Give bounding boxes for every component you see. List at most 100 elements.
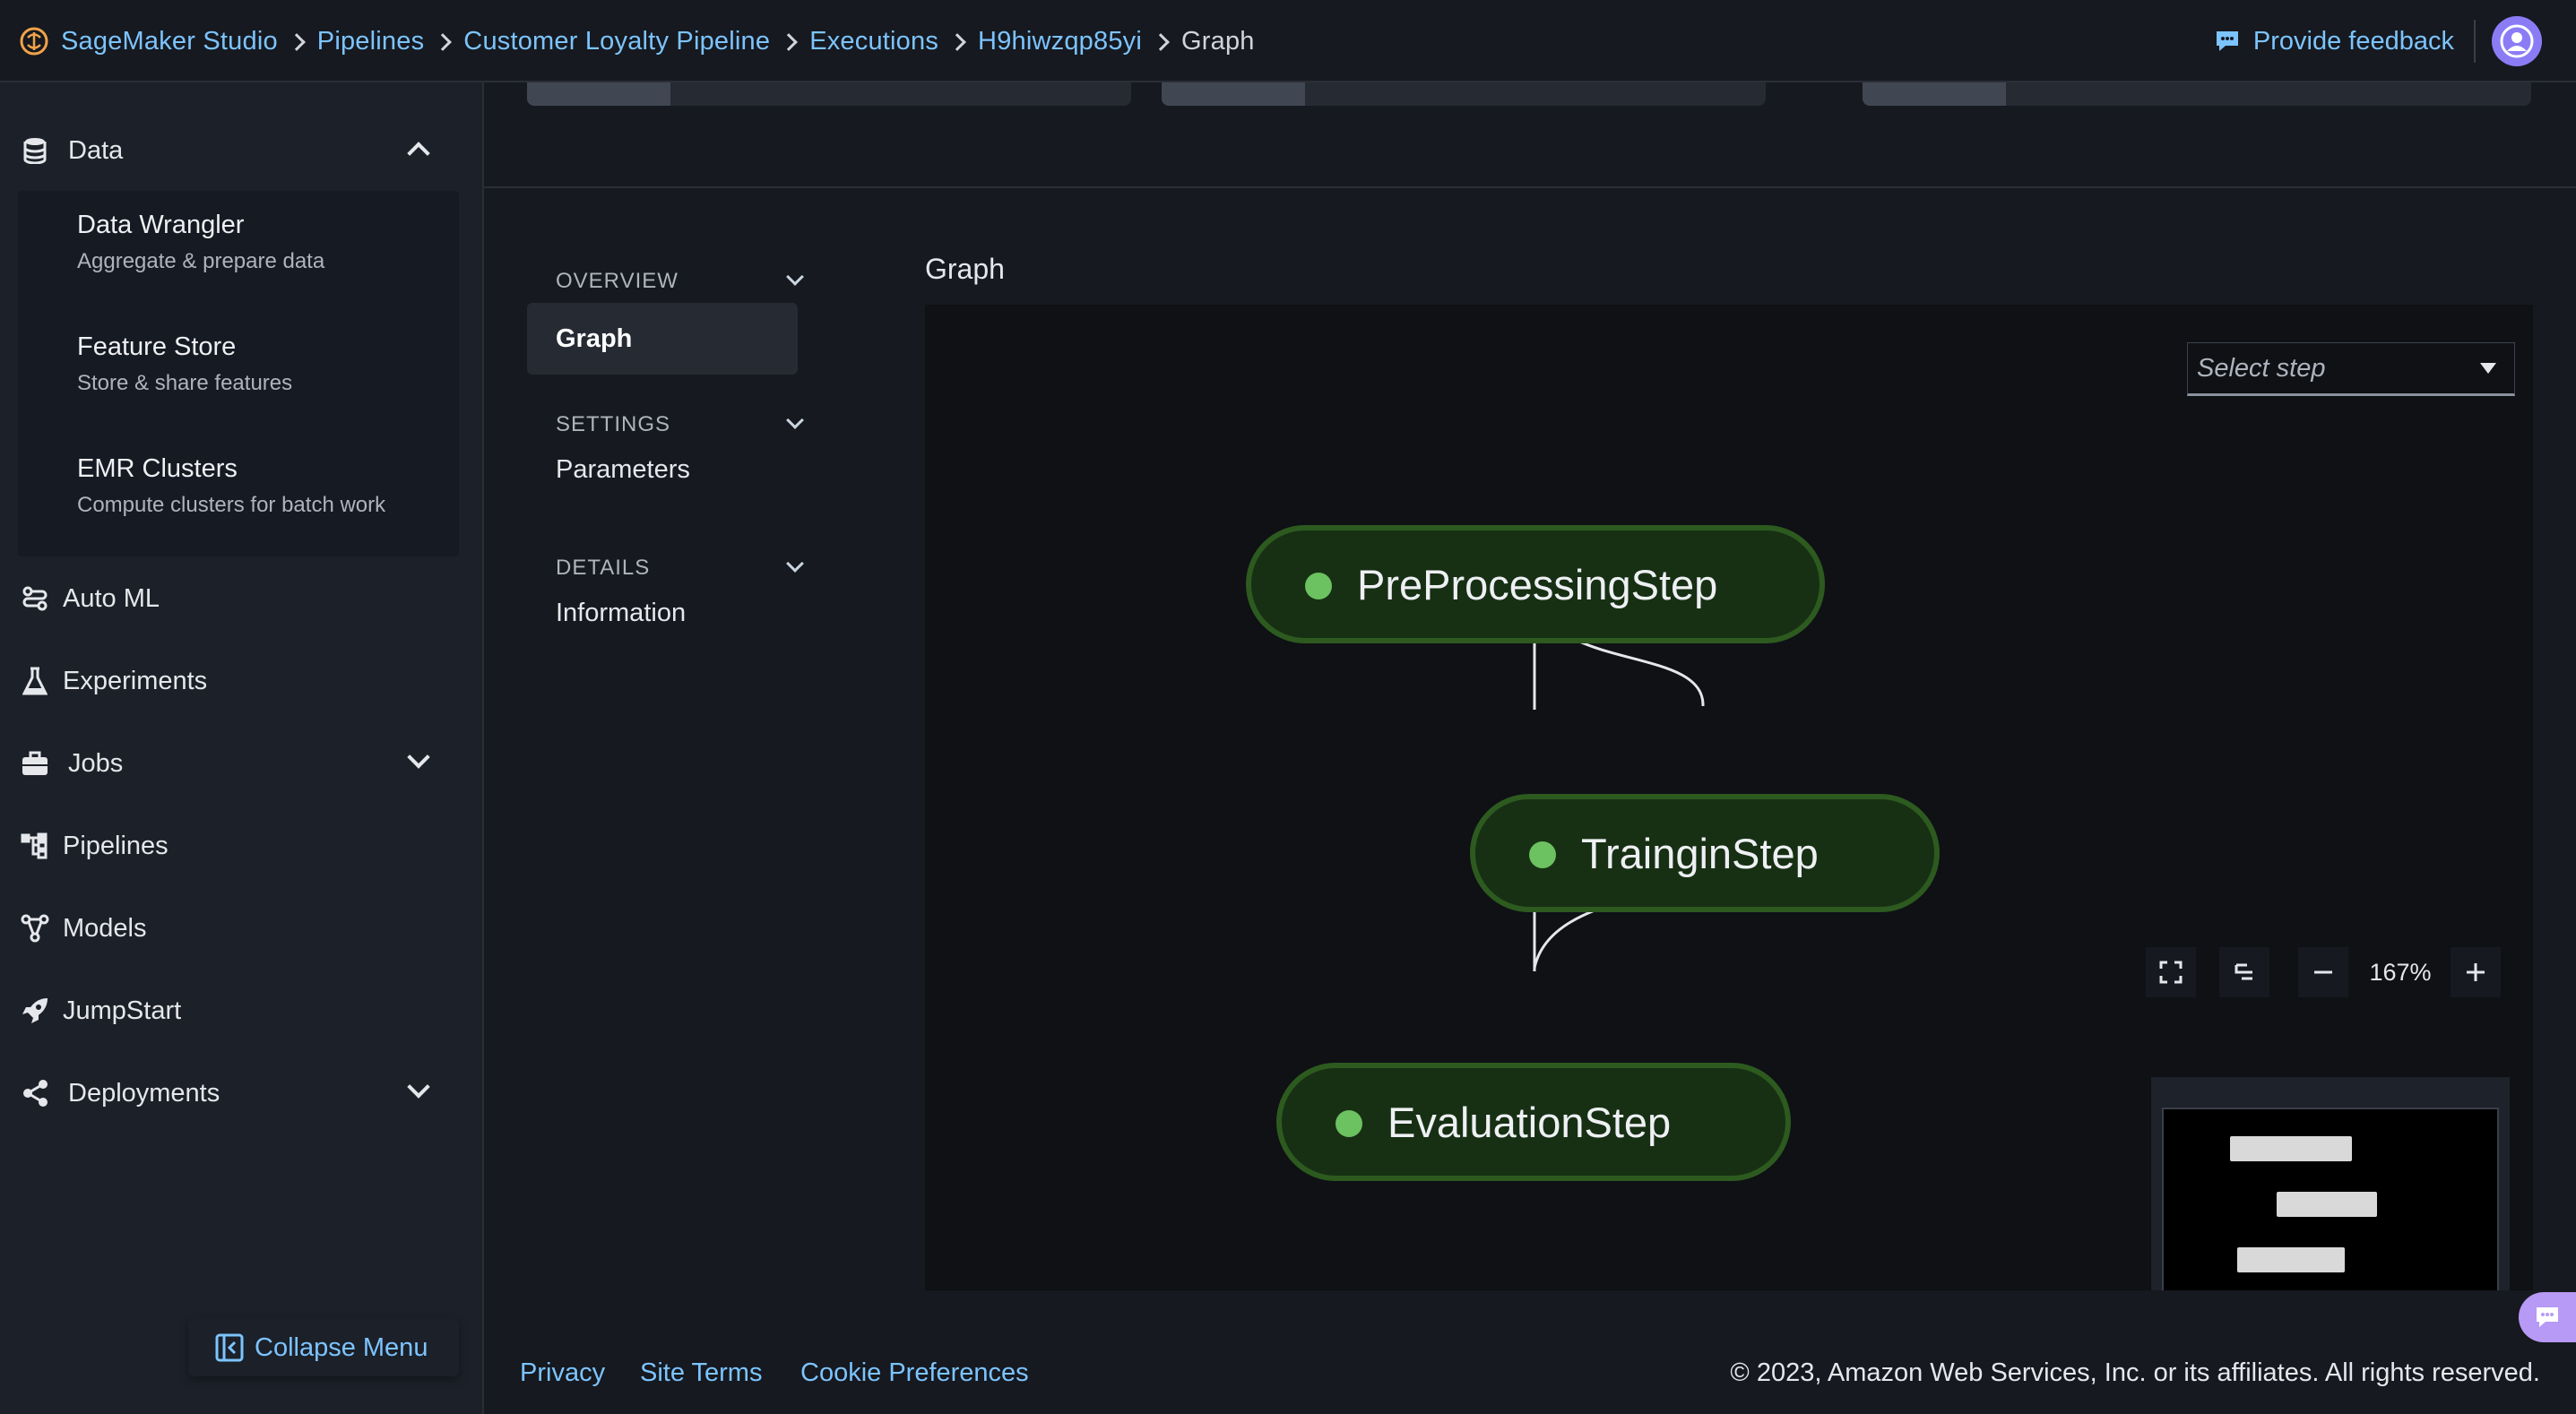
minimap-node — [2230, 1136, 2352, 1161]
sidebar-item-deployments[interactable]: Deployments — [0, 1065, 482, 1122]
briefcase-icon — [20, 748, 50, 779]
chevron-right-icon — [287, 33, 306, 51]
sidebar-item-auto-ml[interactable]: Auto ML — [0, 570, 482, 627]
user-icon — [2500, 24, 2534, 58]
select-step-dropdown[interactable]: Select step — [2187, 342, 2515, 396]
chevron-down-icon — [786, 268, 804, 286]
graph-node-training[interactable]: TrainginStep — [1470, 794, 1940, 912]
chevron-down-icon — [407, 1075, 430, 1099]
data-submenu: Data Wrangler Aggregate & prepare data F… — [18, 191, 459, 556]
chevron-right-icon — [1152, 33, 1170, 51]
chat-button[interactable] — [2519, 1292, 2576, 1342]
graph-node-label: TrainginStep — [1581, 829, 1819, 877]
summary-card — [1162, 82, 1766, 106]
submenu-item-description: Store & share features — [77, 371, 293, 395]
sidebar: Data Data Wrangler Aggregate & prepare d… — [0, 82, 484, 1414]
provide-feedback-link[interactable]: Provide feedback — [2214, 22, 2454, 61]
subnav-section-overview[interactable]: OVERVIEW — [527, 254, 804, 308]
subnav-item-label: Parameters — [556, 454, 690, 484]
minimap-viewport — [2162, 1108, 2499, 1290]
collapse-panel-icon — [215, 1333, 244, 1362]
submenu-item-data-wrangler[interactable]: Data Wrangler Aggregate & prepare data — [77, 211, 324, 274]
breadcrumb-sagemaker-studio[interactable]: SageMaker Studio — [61, 27, 278, 56]
fit-view-icon — [2159, 961, 2183, 984]
site-terms-link[interactable]: Site Terms — [640, 1358, 762, 1388]
graph-node-label: EvaluationStep — [1387, 1098, 1672, 1146]
graph-minimap[interactable] — [2151, 1077, 2510, 1290]
breadcrumb-customer-loyalty-pipeline[interactable]: Customer Loyalty Pipeline — [463, 27, 770, 56]
status-success-dot — [1305, 573, 1332, 599]
caret-down-icon — [2480, 363, 2496, 374]
submenu-item-title: Data Wrangler — [77, 211, 245, 239]
breadcrumb-executions[interactable]: Executions — [809, 27, 938, 56]
submenu-item-title: EMR Clusters — [77, 454, 238, 483]
privacy-link[interactable]: Privacy — [520, 1358, 605, 1388]
sidebar-item-jobs[interactable]: Jobs — [0, 735, 482, 792]
minus-icon — [2314, 970, 2332, 974]
status-success-dot — [1529, 841, 1556, 868]
share-icon — [20, 1078, 50, 1108]
sidebar-item-pipelines[interactable]: Pipelines — [0, 817, 482, 875]
page-footer: Privacy Site Terms Cookie Preferences © … — [484, 1341, 2576, 1414]
minimap-node — [2237, 1247, 2345, 1272]
user-avatar[interactable] — [2492, 16, 2542, 66]
submenu-item-description: Aggregate & prepare data — [77, 249, 325, 273]
sidebar-item-experiments[interactable]: Experiments — [0, 652, 482, 710]
subnav-item-graph[interactable]: Graph — [527, 303, 798, 375]
chevron-right-icon — [780, 33, 799, 51]
layout-toggle-button[interactable] — [2219, 947, 2269, 997]
feedback-label: Provide feedback — [2252, 26, 2454, 56]
sidebar-item-label: Models — [63, 913, 147, 943]
layout-icon — [2235, 963, 2252, 980]
copyright-text: © 2023, Amazon Web Services, Inc. or its… — [1730, 1358, 2540, 1387]
zoom-in-button[interactable] — [2451, 947, 2501, 997]
breadcrumb-execution-id[interactable]: H9hiwzqp85yi — [978, 27, 1142, 56]
sidebar-item-jumpstart[interactable]: JumpStart — [0, 982, 482, 1039]
graph-node-evaluation[interactable]: EvaluationStep — [1276, 1063, 1791, 1181]
chevron-up-icon — [407, 142, 430, 165]
chevron-right-icon — [434, 33, 453, 51]
select-step-placeholder: Select step — [2197, 353, 2326, 383]
summary-card — [1863, 82, 2531, 106]
minimap-node — [2277, 1192, 2377, 1217]
sidebar-item-data[interactable]: Data — [0, 122, 482, 179]
zoom-level: 167% — [2369, 958, 2432, 986]
sidebar-item-label: Experiments — [63, 666, 208, 695]
sidebar-item-label: Auto ML — [63, 583, 160, 613]
models-icon — [20, 913, 50, 944]
header-divider — [2474, 20, 2476, 63]
sidebar-item-label: Data — [68, 135, 124, 165]
submenu-item-feature-store[interactable]: Feature Store Store & share features — [77, 332, 292, 396]
graph-node-preprocessing[interactable]: PreProcessingStep — [1246, 525, 1825, 643]
zoom-out-button[interactable] — [2298, 947, 2348, 997]
submenu-item-emr-clusters[interactable]: EMR Clusters Compute clusters for batch … — [77, 454, 385, 518]
breadcrumb: SageMaker Studio Pipelines Customer Loya… — [61, 0, 1255, 82]
sidebar-item-models[interactable]: Models — [0, 900, 482, 957]
summary-card — [527, 82, 1131, 106]
chevron-down-icon — [786, 411, 804, 429]
fit-view-button[interactable] — [2146, 947, 2196, 997]
collapse-menu-label: Collapse Menu — [255, 1332, 428, 1362]
feedback-icon — [2216, 31, 2238, 51]
top-navigation-bar: SageMaker Studio Pipelines Customer Loya… — [0, 0, 2576, 82]
chevron-down-icon — [786, 555, 804, 573]
graph-node-label: PreProcessingStep — [1357, 560, 1718, 608]
submenu-item-description: Compute clusters for batch work — [77, 493, 386, 517]
main-content: OVERVIEW Graph SETTINGS Parameters DETAI… — [484, 82, 2576, 1414]
plus-icon — [2467, 963, 2485, 981]
subnav-item-label: Information — [556, 598, 687, 627]
subnav-item-information[interactable]: Information — [527, 577, 798, 649]
breadcrumb-pipelines[interactable]: Pipelines — [317, 27, 425, 56]
submenu-item-title: Feature Store — [77, 332, 237, 361]
subnav-item-parameters[interactable]: Parameters — [527, 434, 798, 505]
sagemaker-logo-icon[interactable] — [18, 25, 50, 57]
database-icon — [20, 135, 50, 166]
pipeline-graph-canvas[interactable]: Select step PreProcessingStep TrainginSt… — [925, 305, 2533, 1290]
sidebar-item-label: Deployments — [68, 1078, 220, 1108]
summary-cards-strip — [484, 82, 2576, 188]
automl-icon — [20, 583, 50, 614]
breadcrumb-graph: Graph — [1181, 26, 1255, 56]
cookie-preferences-link[interactable]: Cookie Preferences — [800, 1358, 1029, 1388]
collapse-menu-button[interactable]: Collapse Menu — [188, 1319, 459, 1376]
chat-icon — [2537, 1307, 2558, 1327]
